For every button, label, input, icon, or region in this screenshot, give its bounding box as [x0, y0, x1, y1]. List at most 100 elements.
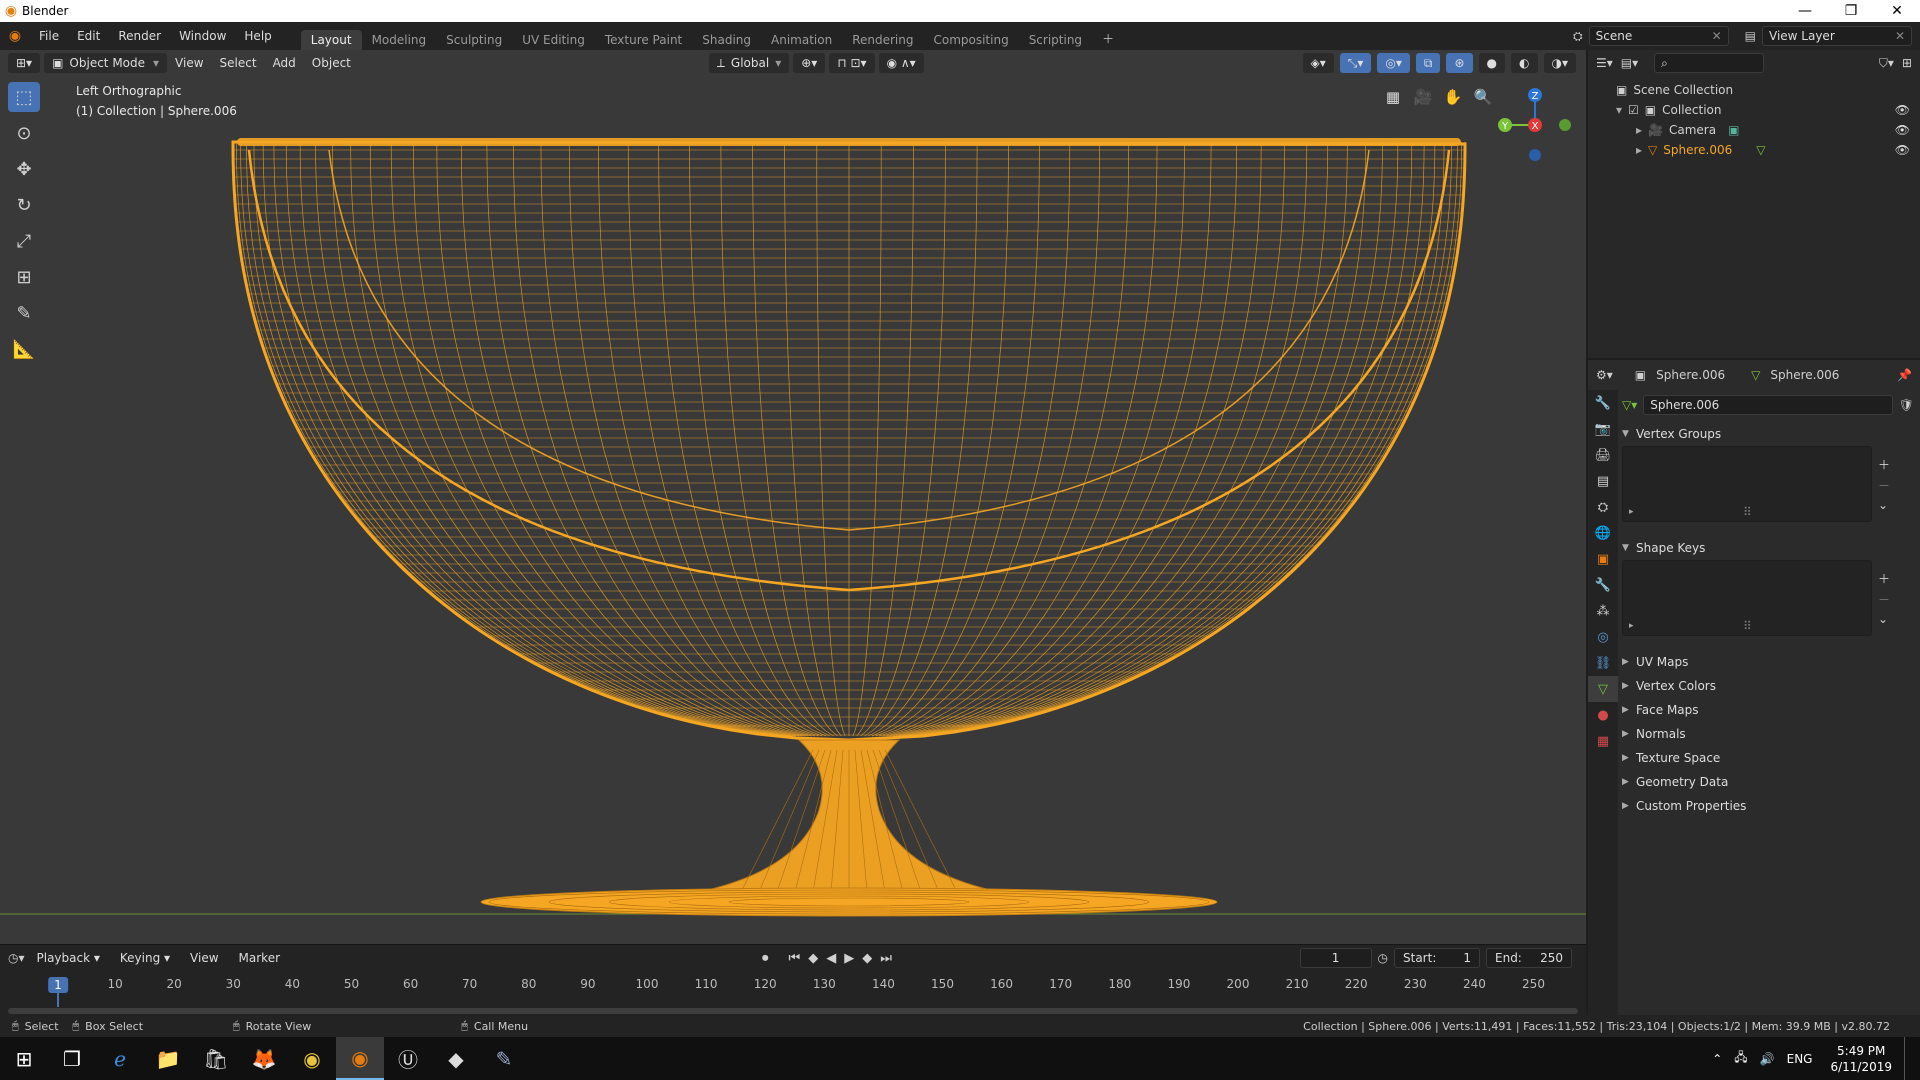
firefox-icon[interactable]: 🦊 [240, 1037, 288, 1080]
tab-rendering[interactable]: Rendering [842, 30, 923, 50]
menu-help[interactable]: Help [235, 29, 280, 43]
blender-menu-icon[interactable]: ◉ [0, 28, 30, 44]
panel-vertex-colors[interactable]: ▶ Vertex Colors [1622, 674, 1914, 698]
texture-tab-icon[interactable]: ▦ [1588, 728, 1618, 754]
tab-scripting[interactable]: Scripting [1019, 30, 1092, 50]
edge-browser-icon[interactable]: ℯ [96, 1037, 144, 1080]
network-icon[interactable]: 🖧 [1734, 1048, 1747, 1069]
material-tab-icon[interactable]: ● [1588, 702, 1618, 728]
world-tab-icon[interactable]: 🌐 [1588, 520, 1618, 546]
outliner-scene-collection[interactable]: ▣ Scene Collection [1588, 80, 1920, 100]
vertex-groups-list[interactable]: ▸ ⠿ [1622, 446, 1872, 522]
scene-icon[interactable]: ⛭ [1573, 29, 1583, 44]
preview-range-icon[interactable]: ◷ [1378, 951, 1388, 965]
camera-data-icon[interactable]: ▣ [1728, 123, 1739, 137]
object-tab-icon[interactable]: ▣ [1588, 546, 1618, 572]
view-layer-tab-icon[interactable]: ▤ [1588, 468, 1618, 494]
tab-animation[interactable]: Animation [761, 30, 842, 50]
menu-playback[interactable]: Playback ▾ [29, 951, 108, 965]
particles-tab-icon[interactable]: ⁂ [1588, 598, 1618, 624]
filter-icon[interactable]: ⛉▾ [1879, 56, 1894, 71]
properties-editor-icon[interactable]: ⚙▾ [1596, 368, 1613, 382]
eye-icon[interactable]: 👁 [1895, 103, 1910, 117]
checkbox-icon[interactable]: ☑ [1628, 103, 1639, 117]
expand-arrow-icon[interactable]: ▸ [1636, 123, 1642, 137]
panel-custom-properties[interactable]: ▶ Custom Properties [1622, 794, 1914, 818]
tool-tab-icon[interactable]: 🔧 [1588, 390, 1618, 416]
menu-window[interactable]: Window [170, 29, 235, 43]
minimize-button[interactable]: — [1782, 3, 1828, 19]
menu-keying[interactable]: Keying ▾ [112, 951, 178, 965]
paint-app-icon[interactable]: ✎ [480, 1037, 528, 1080]
eye-icon[interactable]: 👁 [1895, 143, 1910, 157]
file-explorer-icon[interactable]: 📁 [144, 1037, 192, 1080]
clock[interactable]: 5:49 PM 6/11/2019 [1830, 1043, 1892, 1075]
tray-up-arrow-icon[interactable]: ⌃ [1712, 1052, 1722, 1066]
blender-taskbar-icon[interactable]: ◉ [336, 1037, 384, 1080]
remove-shape-key-icon[interactable]: － [1878, 591, 1890, 608]
mesh-data-icon[interactable]: ▽ [1756, 143, 1765, 157]
modifier-tab-icon[interactable]: 🔧 [1588, 572, 1618, 598]
display-mode-icon[interactable]: ▤▾ [1621, 56, 1638, 70]
language-indicator[interactable]: ENG [1787, 1052, 1813, 1066]
timeline-scrollbar[interactable] [8, 1008, 1578, 1014]
view-layer-icon[interactable]: ▤ [1745, 29, 1756, 43]
goblet-wireframe-mesh[interactable] [0, 50, 1586, 944]
collapse-arrow-icon[interactable]: ▾ [1616, 103, 1622, 117]
menu-marker[interactable]: Marker [231, 951, 288, 965]
outliner[interactable]: ☰▾ ▤▾ ⌕ ⛉▾ ⊞ ▣ Scene Collection ▾ ☑ ▣ Co… [1586, 50, 1920, 358]
show-desktop-button[interactable] [1904, 1037, 1910, 1080]
timeline-editor-icon[interactable]: ◷▾ [8, 951, 25, 965]
panel-normals[interactable]: ▶ Normals [1622, 722, 1914, 746]
scene-selector[interactable]: Scene ✕ [1588, 26, 1729, 46]
resize-handle-icon[interactable]: ⠿ [1743, 619, 1752, 633]
next-keyframe-icon[interactable]: ◆ [862, 951, 872, 966]
tab-modeling[interactable]: Modeling [362, 30, 437, 50]
record-icon[interactable]: ⏺ [762, 951, 769, 966]
tab-layout[interactable]: Layout [300, 30, 362, 50]
output-tab-icon[interactable]: 🖨 [1588, 442, 1618, 468]
properties-editor[interactable]: ⚙▾ ▣ Sphere.006 ▽ Sphere.006 📌 🔧 📷 🖨 ▤ ⛭… [1586, 360, 1920, 1015]
menu-file[interactable]: File [30, 29, 68, 43]
tab-sculpting[interactable]: Sculpting [436, 30, 512, 50]
mesh-name-field[interactable]: Sphere.006 [1643, 395, 1893, 415]
render-tab-icon[interactable]: 📷 [1588, 416, 1618, 442]
timeline[interactable]: ◷▾ Playback ▾ Keying ▾ View Marker ⏺ ⏮ ◆… [0, 944, 1586, 1015]
panel-geometry-data[interactable]: ▶ Geometry Data [1622, 770, 1914, 794]
shape-keys-list[interactable]: ▸ ⠿ [1622, 560, 1872, 636]
menu-timeline-view[interactable]: View [182, 951, 226, 965]
play-reverse-icon[interactable]: ◀ [826, 951, 836, 966]
expand-arrow-icon[interactable]: ▸ [1636, 143, 1642, 157]
tab-shading[interactable]: Shading [692, 30, 761, 50]
outliner-item-camera[interactable]: ▸ 🎥 Camera ▣ 👁 [1588, 120, 1920, 140]
panel-texture-space[interactable]: ▶ Texture Space [1622, 746, 1914, 770]
constraints-tab-icon[interactable]: ⛓ [1588, 650, 1618, 676]
outliner-collection[interactable]: ▾ ☑ ▣ Collection 👁 [1588, 100, 1920, 120]
outliner-item-sphere[interactable]: ▸ ▽ Sphere.006 ▽ 👁 [1588, 140, 1920, 160]
mesh-data-tab-icon[interactable]: ▽ [1588, 676, 1618, 702]
panel-shape-keys[interactable]: ▼ Shape Keys [1622, 536, 1914, 560]
add-vertex-group-icon[interactable]: ＋ [1878, 456, 1890, 473]
mesh-browse-icon[interactable]: ▽▾ [1622, 398, 1637, 412]
menu-render[interactable]: Render [109, 29, 170, 43]
view-layer-selector[interactable]: View Layer ✕ [1762, 26, 1912, 46]
fake-user-icon[interactable]: 🛡 [1899, 398, 1914, 412]
resize-handle-icon[interactable]: ⠿ [1743, 505, 1752, 519]
outliner-editor-icon[interactable]: ☰▾ [1596, 56, 1613, 70]
pin-icon[interactable]: 📌 [1897, 368, 1912, 382]
shape-key-menu-icon[interactable]: ⌄ [1878, 612, 1890, 626]
volume-icon[interactable]: 🔊 [1760, 1052, 1775, 1066]
new-collection-icon[interactable]: ⊞ [1902, 56, 1912, 70]
play-icon[interactable]: ▶ [844, 951, 854, 966]
start-frame-field[interactable]: Start: 1 [1394, 948, 1480, 968]
restore-button[interactable]: ❐ [1828, 3, 1874, 19]
end-frame-field[interactable]: End: 250 [1486, 948, 1572, 968]
scene-tab-icon[interactable]: ⛭ [1588, 494, 1618, 520]
add-workspace-icon[interactable]: ＋ [1092, 27, 1124, 50]
eye-icon[interactable]: 👁 [1895, 123, 1910, 137]
list-expand-icon[interactable]: ▸ [1629, 507, 1634, 517]
playhead[interactable] [57, 993, 59, 1007]
outliner-search[interactable]: ⌕ [1654, 53, 1765, 73]
panel-face-maps[interactable]: ▶ Face Maps [1622, 698, 1914, 722]
jump-start-icon[interactable]: ⏮ [789, 951, 801, 966]
